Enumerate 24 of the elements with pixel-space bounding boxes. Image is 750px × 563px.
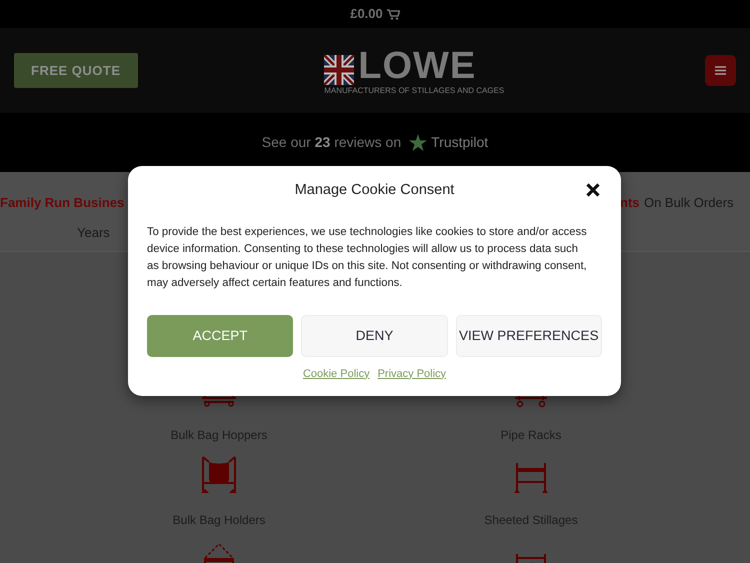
free-quote-button[interactable]: FREE QUOTE xyxy=(14,52,138,88)
usp-text: On Bulk Orders xyxy=(644,195,734,210)
consent-text: To provide the best experiences, we use technologies like cookies to store and/or access device information. Consenting to these technologies will allow us to process data such as browsing behaviour or unique IDs on this site. Not consenting or withdrawing consent, may adversely affect certain features and functions. xyxy=(147,224,587,291)
star-icon xyxy=(409,134,428,151)
logo-wordmark: LOWE xyxy=(358,46,476,84)
menu-icon xyxy=(715,66,726,75)
dialog-title: Manage Cookie Consent xyxy=(294,181,454,200)
usp-highlight: Family Run Busines xyxy=(0,195,124,210)
flag-icon xyxy=(324,54,354,84)
cart-total[interactable]: £0.00 xyxy=(350,4,383,24)
usp-highlight: nts xyxy=(620,195,640,210)
menu-button[interactable] xyxy=(705,55,736,86)
usp-text: Years xyxy=(77,225,110,240)
logo-tagline: MANUFACTURERS OF STILLAGES AND CAGES xyxy=(324,86,504,94)
consent-option-button[interactable]: VIEW PREFERENCES xyxy=(456,314,602,357)
bag-holder-icon[interactable] xyxy=(199,455,239,495)
close-icon[interactable] xyxy=(586,183,600,197)
cart-icon[interactable] xyxy=(386,8,400,20)
policy-link[interactable]: Privacy Policy xyxy=(378,366,446,382)
policy-link[interactable]: Cookie Policy xyxy=(302,366,370,382)
trustpilot-link[interactable]: Trustpilot xyxy=(431,132,488,153)
accept-button[interactable]: ACCEPT xyxy=(147,314,294,357)
consent-option-button[interactable]: DENY xyxy=(301,314,448,357)
reviews-text: See our 23 reviews on xyxy=(262,133,402,152)
